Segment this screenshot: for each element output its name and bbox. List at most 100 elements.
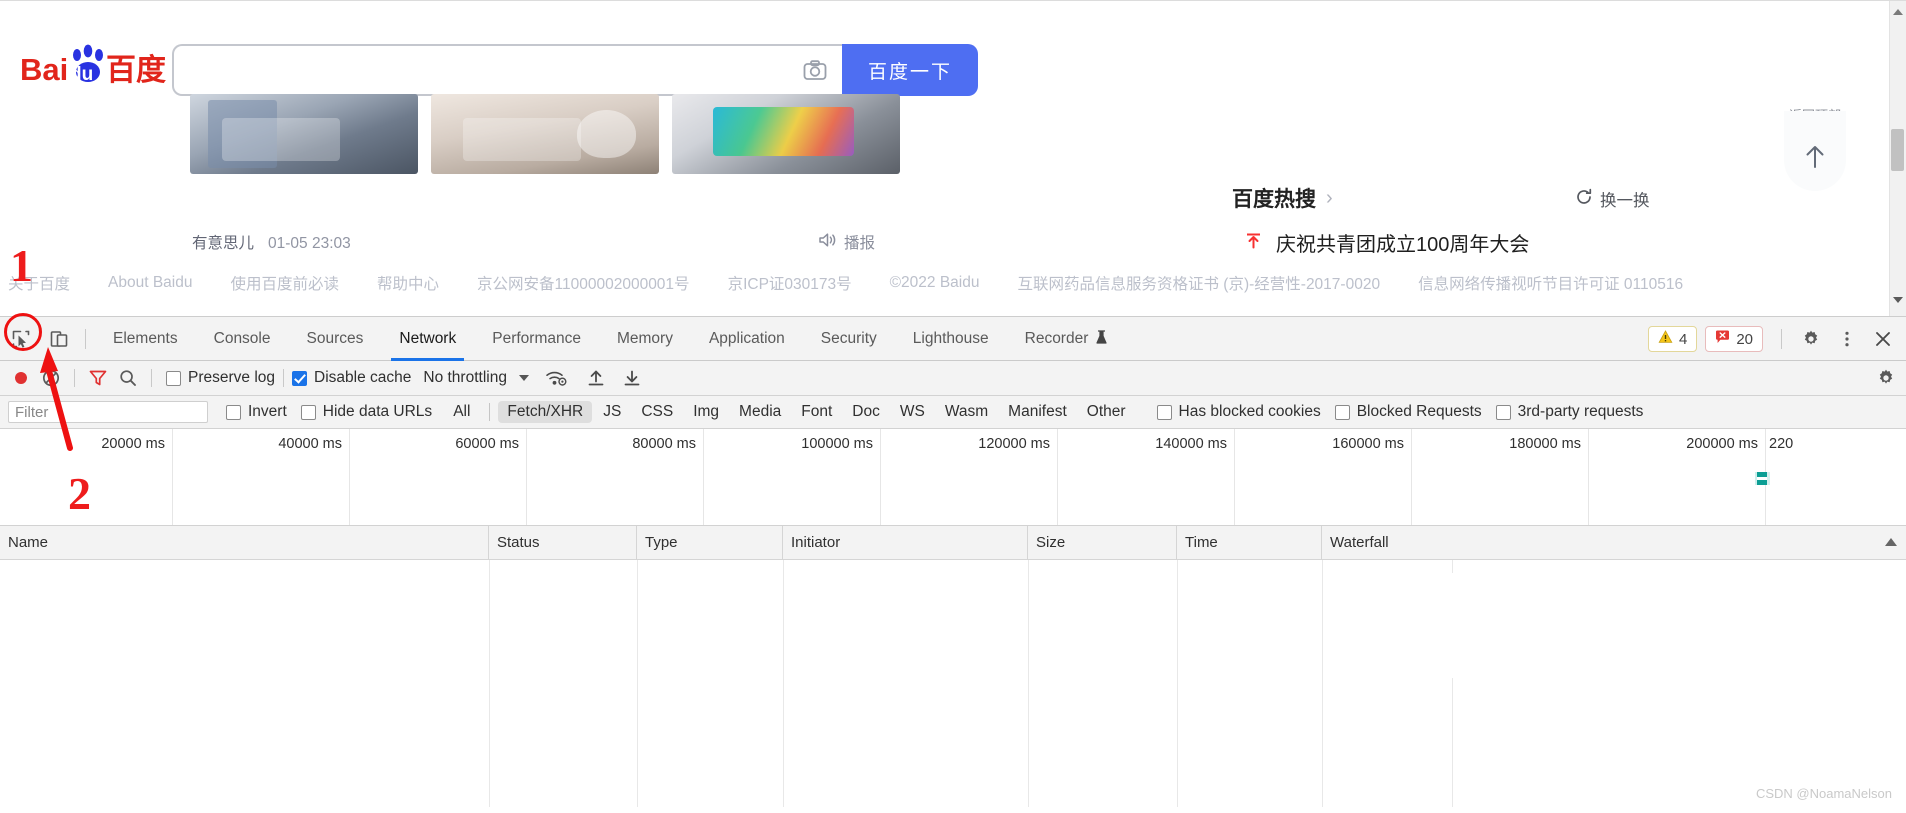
tab-sources[interactable]: Sources <box>289 317 382 361</box>
checkbox-box <box>1156 404 1172 420</box>
type-filter-font[interactable]: Font <box>792 401 841 423</box>
blocked-requests-checkbox[interactable]: Blocked Requests <box>1334 403 1482 421</box>
refresh-icon <box>1575 188 1593 211</box>
type-filter-wasm[interactable]: Wasm <box>936 401 997 423</box>
timeline-tick: 80000 ms <box>527 429 704 525</box>
column-header-initiator[interactable]: Initiator <box>783 525 1028 560</box>
download-har-icon[interactable] <box>617 364 647 392</box>
gear-icon[interactable] <box>1794 322 1828 356</box>
type-filter-media[interactable]: Media <box>730 401 790 423</box>
tab-label: Elements <box>113 329 178 347</box>
type-filter-all[interactable]: All <box>444 401 479 423</box>
hot-search-item[interactable]: 庆祝共青团成立100周年大会 <box>1245 228 1529 257</box>
throttling-select[interactable]: No throttling <box>423 369 529 387</box>
baidu-logo[interactable]: Bai du 百度 <box>20 43 170 91</box>
tab-elements[interactable]: Elements <box>95 317 196 361</box>
footer-link[interactable]: 信息网络传播视听节目许可证 0110516 <box>1418 272 1683 294</box>
footer-link[interactable]: 使用百度前必读 <box>230 272 339 294</box>
news-timestamp: 01-05 23:03 <box>268 235 351 252</box>
column-header-time[interactable]: Time <box>1177 525 1322 560</box>
footer-link[interactable]: 互联网药品信息服务资格证书 (京)-经营性-2017-0020 <box>1017 272 1380 294</box>
blocked-requests-label: Blocked Requests <box>1356 403 1482 420</box>
disable-cache-label: Disable cache <box>314 369 412 386</box>
type-filter-css[interactable]: CSS <box>632 401 682 423</box>
third-party-requests-checkbox[interactable]: 3rd-party requests <box>1495 403 1643 421</box>
filter-input[interactable] <box>8 401 208 423</box>
news-thumbnail[interactable] <box>672 94 900 174</box>
warning-count-badge[interactable]: 4 <box>1647 326 1698 352</box>
search-icon[interactable] <box>113 364 143 392</box>
type-filter-fetch-xhr[interactable]: Fetch/XHR <box>498 401 593 423</box>
type-filter-manifest[interactable]: Manifest <box>999 401 1076 423</box>
type-filter-ws[interactable]: WS <box>891 401 934 423</box>
type-filter-other[interactable]: Other <box>1078 401 1135 423</box>
preserve-log-label: Preserve log <box>188 369 276 386</box>
tab-label: Application <box>708 329 785 347</box>
chevron-right-icon: › <box>1326 186 1333 209</box>
record-button-icon[interactable] <box>6 364 36 392</box>
type-filter-doc[interactable]: Doc <box>843 401 889 423</box>
table-body[interactable]: CSDN @NoamaNelson <box>0 560 1906 807</box>
news-thumbnail[interactable] <box>190 94 418 174</box>
kebab-menu-icon[interactable] <box>1830 322 1864 356</box>
scroll-down-arrow-icon[interactable] <box>1893 297 1903 303</box>
close-icon[interactable] <box>1866 322 1900 356</box>
network-conditions-icon[interactable] <box>541 364 571 392</box>
tab-application[interactable]: Application <box>691 317 803 361</box>
network-overview-timeline[interactable]: 20000 ms 40000 ms 60000 ms 80000 ms 1000… <box>0 429 1906 526</box>
search-button[interactable]: 百度一下 <box>842 44 978 96</box>
search-box: 百度一下 <box>172 44 978 96</box>
column-header-size[interactable]: Size <box>1028 525 1177 560</box>
footer-link[interactable]: 帮助中心 <box>377 272 439 294</box>
search-input[interactable] <box>172 44 842 96</box>
browser-page-viewport: Bai du 百度 百度一下 有意思儿 01-05 23:03 播报 百度热搜 … <box>0 0 1906 316</box>
type-filter-img[interactable]: Img <box>684 401 728 423</box>
tab-network[interactable]: Network <box>381 317 474 361</box>
network-request-table: Name Status Type Initiator Size Time Wat… <box>0 525 1906 807</box>
footer-link[interactable]: About Baidu <box>108 274 192 292</box>
column-header-waterfall[interactable]: Waterfall <box>1322 526 1906 560</box>
timeline-tick: 120000 ms <box>881 429 1058 525</box>
footer-link[interactable]: 京公网安备11000002000001号 <box>477 272 690 294</box>
footer-link[interactable]: 京ICP证030173号 <box>728 272 852 294</box>
checkbox-box <box>166 370 181 386</box>
tab-recorder[interactable]: Recorder <box>1007 317 1127 361</box>
baidu-header: Bai du 百度 百度一下 <box>0 13 1870 96</box>
page-scrollbar-thumb[interactable] <box>1891 129 1904 171</box>
tab-memory[interactable]: Memory <box>599 317 691 361</box>
hot-search-refresh-button[interactable]: 换一换 <box>1575 187 1650 211</box>
svg-text:百度: 百度 <box>106 53 166 88</box>
error-count-badge[interactable]: 20 <box>1705 326 1763 352</box>
column-divider <box>1322 560 1323 807</box>
annotation-number-2: 2 <box>68 468 91 519</box>
page-scrollbar[interactable] <box>1889 1 1906 316</box>
news-audio-label: 播报 <box>844 235 876 252</box>
column-header-status[interactable]: Status <box>489 525 637 560</box>
type-filter-js[interactable]: JS <box>594 401 630 423</box>
news-thumbnail[interactable] <box>431 94 659 174</box>
preserve-log-checkbox[interactable]: Preserve log <box>166 369 275 387</box>
camera-icon[interactable] <box>802 58 828 84</box>
tab-performance[interactable]: Performance <box>474 317 599 361</box>
invert-checkbox[interactable]: Invert <box>226 403 287 421</box>
timeline-tick-label: 40000 ms <box>278 436 342 452</box>
tab-security[interactable]: Security <box>803 317 895 361</box>
disable-cache-checkbox[interactable]: Disable cache <box>292 369 411 387</box>
has-blocked-cookies-checkbox[interactable]: Has blocked cookies <box>1156 403 1321 421</box>
network-settings-gear-icon[interactable] <box>1876 368 1896 392</box>
sort-ascending-icon <box>1885 537 1897 546</box>
devtools-panel: Elements Console Sources Network Perform… <box>0 316 1906 813</box>
hide-data-urls-checkbox[interactable]: Hide data URLs <box>300 403 432 421</box>
hot-search-title[interactable]: 百度热搜 › <box>1232 183 1333 213</box>
scroll-up-arrow-icon[interactable] <box>1893 9 1903 15</box>
speaker-icon <box>818 232 837 253</box>
back-to-top-button[interactable] <box>1784 111 1846 191</box>
column-header-name[interactable]: Name <box>0 525 489 560</box>
column-header-type[interactable]: Type <box>637 525 783 560</box>
tab-console[interactable]: Console <box>196 317 289 361</box>
upload-har-icon[interactable] <box>581 364 611 392</box>
svg-text:Bai: Bai <box>20 52 68 87</box>
news-audio-button[interactable]: 播报 <box>818 231 875 253</box>
annotation-circle-1 <box>4 313 42 351</box>
tab-lighthouse[interactable]: Lighthouse <box>895 317 1007 361</box>
